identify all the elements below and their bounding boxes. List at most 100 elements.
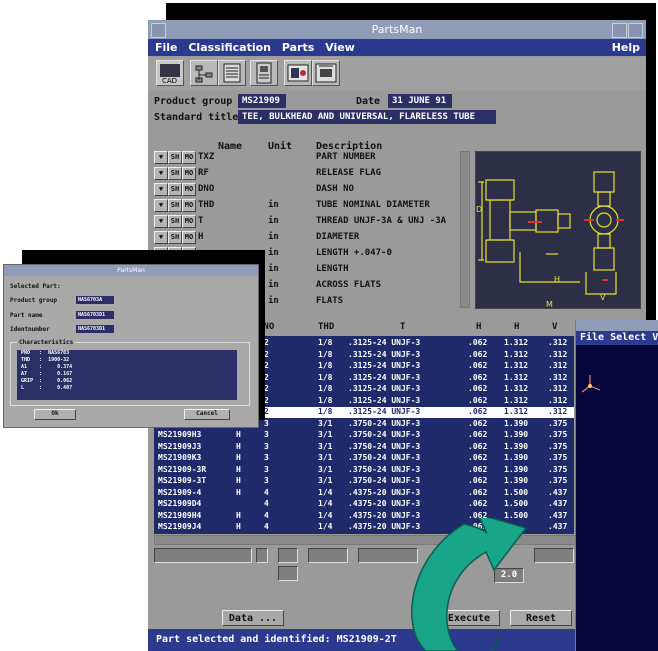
- attribute-description: LENGTH: [316, 264, 349, 274]
- mo-button[interactable]: MO: [182, 151, 196, 164]
- input-field-3[interactable]: [278, 548, 298, 563]
- document-list-button[interactable]: [218, 60, 246, 86]
- attribute-description: FLATS: [316, 296, 344, 306]
- table-row[interactable]: MS21909K3 H 3 3/1 .3750-24 UNJF-3 .062 1.390 .3…: [154, 453, 574, 464]
- cell-m: 1.390: [504, 476, 529, 485]
- input-field-4[interactable]: [308, 548, 348, 563]
- sh-button[interactable]: SH: [168, 231, 182, 244]
- mo-button[interactable]: MO: [182, 199, 196, 212]
- cell-h: .062: [468, 384, 488, 393]
- col-thd: THD: [318, 322, 335, 332]
- attribute-scrollbar[interactable]: [460, 151, 470, 308]
- cell-v: .375: [548, 476, 568, 485]
- mo-button[interactable]: MO: [182, 167, 196, 180]
- parts-catalog-button[interactable]: [250, 60, 278, 86]
- product-group-field[interactable]: MS21909: [238, 94, 286, 108]
- attribute-description: TUBE NOMINAL DIAMETER: [316, 200, 430, 210]
- characteristics-box: Characteristics PNO : NAS6703 THD : 1900-…: [10, 339, 250, 406]
- cell-dno: 4: [264, 487, 269, 497]
- cell-v: .375: [548, 441, 568, 451]
- cell-t: .3750-24 UNJF-3: [348, 441, 421, 451]
- ok-button[interactable]: Ok: [34, 409, 76, 420]
- identnumber-field[interactable]: NAS6703D1: [76, 325, 114, 333]
- mo-button[interactable]: MO: [182, 183, 196, 196]
- cell-rf: H: [236, 464, 241, 474]
- part-image-button[interactable]: [284, 60, 312, 86]
- menu-file[interactable]: File: [155, 41, 178, 54]
- attribute-row[interactable]: ▼ SH MO TXZ PART NUMBER: [154, 151, 454, 164]
- sh-button[interactable]: SH: [168, 151, 182, 164]
- attribute-row[interactable]: ▼ SH MO Tin THREAD UNJF-3A & UNJ -3A: [154, 215, 454, 228]
- dropdown-arrow-button[interactable]: ▼: [154, 151, 168, 164]
- dialog-product-group-label: Product group: [10, 297, 57, 304]
- attribute-row[interactable]: ▼ SH MO THD in TUBE NOMINAL DIAMETER: [154, 199, 454, 212]
- table-row[interactable]: MS21909D4 4 1/4 .4375-20 UNJF-3 .062 1.500 .43…: [154, 499, 574, 510]
- cell-m: 1.390: [504, 441, 529, 451]
- viewer-menu-bar[interactable]: File Select V: [576, 331, 658, 345]
- cell-t: .3750-24 UNJF-3: [348, 453, 421, 462]
- dropdown-arrow-button[interactable]: ▼: [154, 167, 168, 180]
- window-menu-button[interactable]: [151, 23, 166, 38]
- cell-h: .062: [468, 464, 488, 474]
- cell-thd: 1/4: [318, 522, 333, 531]
- sh-button[interactable]: SH: [168, 215, 182, 228]
- table-row[interactable]: MS21909-3R H 3 3/1 .3750-24 UNJF-3 .062 1.390.…: [154, 465, 574, 476]
- window-titlebar[interactable]: PartsMan: [148, 20, 646, 39]
- table-row[interactable]: MS21909H3 H 3 3/1 .3750-24 UNJF-3 .062 1.390 .3…: [154, 430, 574, 441]
- sh-button[interactable]: SH: [168, 167, 182, 180]
- dropdown-arrow-button[interactable]: ▼: [154, 231, 168, 244]
- menu-parts[interactable]: Parts: [282, 41, 314, 54]
- mo-button[interactable]: MO: [182, 231, 196, 244]
- dropdown-arrow-button[interactable]: ▼: [154, 183, 168, 196]
- cell-dno: 3: [264, 441, 269, 451]
- cell-thd: 1/8: [318, 349, 333, 359]
- cad-button[interactable]: CAD: [156, 60, 184, 86]
- cell-thd: 1/8: [318, 384, 333, 393]
- attribute-name: THD: [198, 200, 215, 210]
- viewer-titlebar[interactable]: [576, 320, 658, 331]
- attribute-row[interactable]: ▼ SH MO Hin DIAMETER: [154, 231, 454, 244]
- part-name-field[interactable]: NAS6703D1: [76, 311, 114, 319]
- table-row[interactable]: MS21909-3T H 3 3/1 .3750-24 UNJF-3 .062 1.390.…: [154, 476, 574, 487]
- cell-v: .375: [548, 464, 568, 474]
- cancel-button[interactable]: Cancel: [184, 409, 230, 420]
- sh-button[interactable]: SH: [168, 183, 182, 196]
- dropdown-arrow-button[interactable]: ▼: [154, 215, 168, 228]
- characteristic-item: THD : 1900-32: [21, 357, 70, 363]
- cell-v: .375: [548, 430, 568, 439]
- attribute-row[interactable]: ▼ SH MO DNO DASH NO: [154, 183, 454, 196]
- sh-button[interactable]: SH: [168, 199, 182, 212]
- menu-view[interactable]: View: [325, 41, 355, 54]
- characteristics-label: Characteristics: [17, 339, 76, 346]
- cell-t: .4375-20 UNJF-3: [348, 487, 421, 497]
- menu-help[interactable]: Help: [612, 39, 640, 56]
- cell-m: 1.312: [504, 384, 529, 393]
- date-field[interactable]: 31 JUNE 91: [388, 94, 452, 108]
- cell-thd: 3/1: [318, 464, 333, 474]
- input-field-6[interactable]: [278, 566, 298, 581]
- cell-m: 1.312: [504, 361, 529, 370]
- dropdown-arrow-button[interactable]: ▼: [154, 199, 168, 212]
- dialog-product-group-field[interactable]: NAS6703A: [76, 296, 114, 304]
- classification-tree-button[interactable]: [190, 60, 218, 86]
- table-row[interactable]: MS21909-4 H 4 1/4 .4375-20 UNJF-3 .062 1.500 .4…: [154, 488, 574, 499]
- cell-v: .312: [548, 349, 568, 359]
- maximize-button[interactable]: [628, 23, 643, 38]
- mo-button[interactable]: MO: [182, 215, 196, 228]
- cell-h: .062: [468, 407, 488, 416]
- dialog-titlebar[interactable]: PartsMan: [4, 265, 258, 276]
- bearing-button[interactable]: [312, 60, 340, 86]
- input-field-2[interactable]: [256, 548, 268, 563]
- cell-part: MS21909D4: [158, 499, 202, 508]
- minimize-button[interactable]: [612, 23, 627, 38]
- input-field-1[interactable]: [154, 548, 252, 563]
- data-button[interactable]: Data ...: [222, 610, 284, 626]
- attribute-row[interactable]: ▼ SH MO RF RELEASE FLAG: [154, 167, 454, 180]
- cell-m: 1.312: [504, 395, 529, 405]
- cell-m: 1.500: [504, 487, 529, 497]
- menu-bar: File Classification Parts View Help: [148, 39, 646, 56]
- table-row[interactable]: MS21909J3 H 3 3/1 .3750-24 UNJF-3 .062 1.390 .3…: [154, 442, 574, 453]
- standard-title-field[interactable]: TEE, BULKHEAD AND UNIVERSAL, FLARELESS T…: [238, 110, 496, 124]
- menu-classification[interactable]: Classification: [188, 41, 271, 54]
- characteristics-list[interactable]: PNO : NAS6703 THD : 1900-32 A1 : 0.374 A7 :…: [17, 350, 237, 400]
